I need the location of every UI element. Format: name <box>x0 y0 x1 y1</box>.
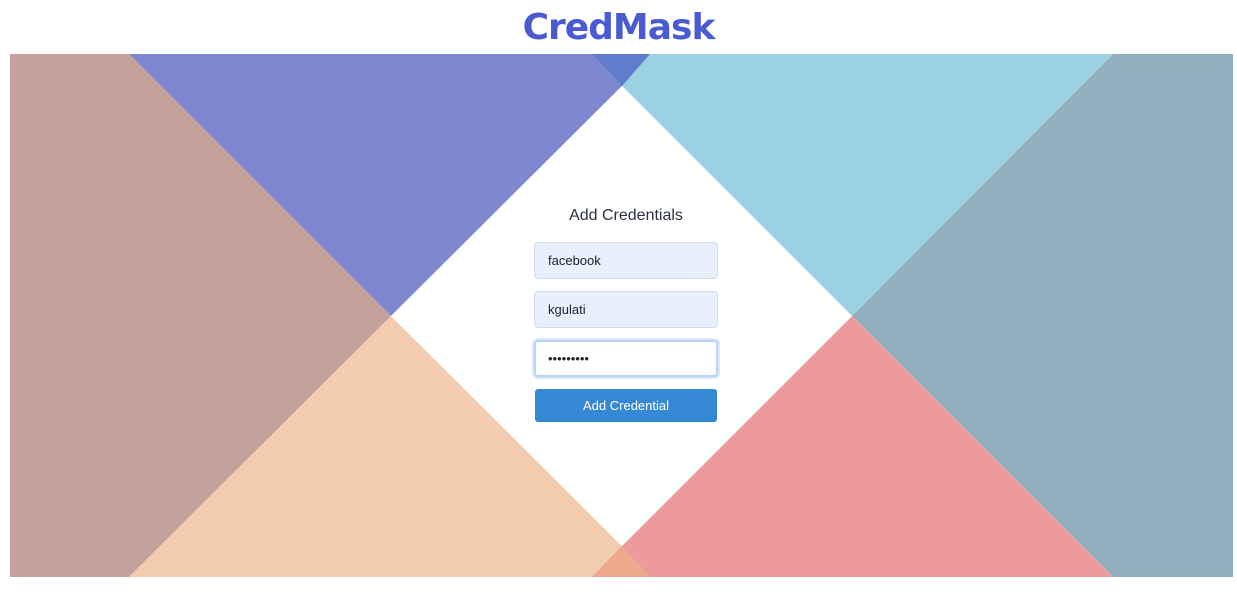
app-header: CredMask <box>0 0 1237 54</box>
password-input[interactable] <box>534 340 718 377</box>
site-input[interactable] <box>534 242 718 279</box>
username-input[interactable] <box>534 291 718 328</box>
form-title: Add Credentials <box>569 207 683 224</box>
add-credential-button[interactable]: Add Credential <box>535 389 717 422</box>
add-credentials-form: Add Credentials Add Credential <box>534 206 718 422</box>
app-logo[interactable]: CredMask <box>523 10 716 46</box>
background-stage: Add Credentials Add Credential <box>10 54 1233 577</box>
